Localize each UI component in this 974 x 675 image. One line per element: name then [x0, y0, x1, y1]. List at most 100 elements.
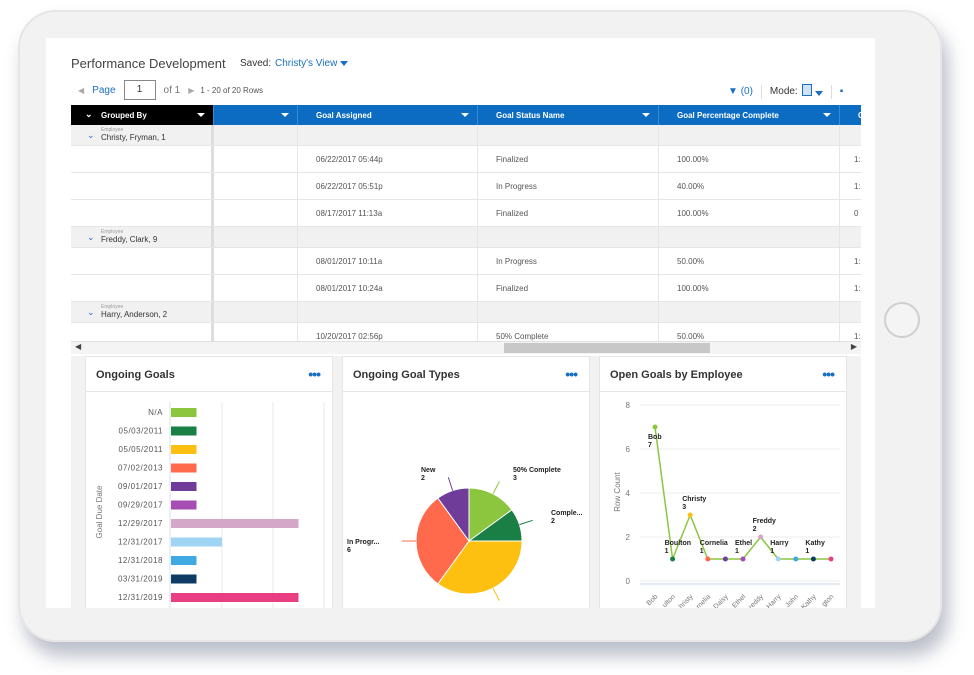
cell-next: 1: — [840, 146, 861, 172]
x-tick-label: reddy — [748, 593, 766, 608]
tick-label: 03/31/2019 — [118, 575, 163, 584]
more-options-icon[interactable]: ••• — [822, 366, 835, 382]
data-label-name: Kathy — [805, 540, 825, 547]
cell-goal-assigned: 06/22/2017 05:51p — [298, 173, 478, 199]
tick-label: N/A — [148, 408, 163, 417]
cell-goal-percentage: 100.00% — [659, 275, 840, 301]
data-label-value: 1 — [770, 548, 774, 555]
data-grid: ⌄ Grouped By Goal Assigned Goal Status Na… — [71, 105, 861, 341]
chevron-down-icon[interactable]: ⌄ — [87, 232, 95, 243]
group-row[interactable]: ⌄ Employee Christy, Fryman, 1 — [71, 125, 861, 146]
table-row[interactable]: 08/17/2017 11:13a Finalized 100.00% 0 — [71, 200, 861, 227]
dropdown-icon[interactable] — [823, 113, 831, 117]
bar — [171, 482, 197, 491]
cell-goal-percentage: 40.00% — [659, 173, 840, 199]
cell — [214, 125, 298, 145]
column-header-blank[interactable] — [214, 105, 298, 125]
more-options-icon[interactable]: ••• — [565, 366, 578, 382]
x-tick-label: John — [785, 593, 801, 608]
chevron-down-icon[interactable]: ⌄ — [87, 307, 95, 318]
pie-label: Comple... — [551, 510, 583, 517]
y-tick-label: 6 — [626, 445, 631, 454]
scroll-right-icon[interactable]: ▶ — [851, 342, 857, 351]
cell — [214, 173, 298, 199]
data-point — [810, 556, 816, 562]
data-label-value: 1 — [805, 548, 809, 555]
horizontal-scrollbar[interactable]: ◀ ▶ — [71, 341, 861, 354]
y-axis-label: Goal Due Date — [95, 485, 104, 538]
data-point — [652, 424, 658, 430]
bar — [171, 500, 197, 510]
table-row[interactable]: 06/22/2017 05:44p Finalized 100.00% 1: — [71, 146, 861, 173]
cell — [214, 275, 298, 301]
cell — [298, 302, 478, 322]
chevron-down-icon[interactable]: ⌄ — [87, 130, 95, 141]
y-tick-label: 8 — [626, 401, 631, 410]
saved-view-dropdown[interactable]: Christy's View — [275, 58, 349, 69]
card-title: Ongoing Goals — [96, 369, 175, 381]
mode-dropdown[interactable] — [798, 84, 823, 99]
cell — [840, 302, 861, 322]
data-label-value: 2 — [753, 526, 757, 533]
group-cell — [71, 146, 214, 172]
pie-label: New — [421, 467, 436, 474]
page-input[interactable]: 1 — [123, 80, 156, 100]
table-row[interactable]: 10/20/2017 02:56p 50% Complete 50.00% 1: — [71, 323, 861, 341]
data-label-name: Ethel — [735, 540, 752, 547]
data-point — [740, 556, 746, 562]
more-options-icon[interactable]: ••• — [308, 366, 321, 382]
group-row[interactable]: ⌄ Employee Freddy, Clark, 9 — [71, 227, 861, 248]
column-header-next[interactable]: G — [840, 105, 861, 125]
prev-page-icon[interactable]: ◀ — [78, 86, 84, 95]
cell-goal-status: Finalized — [478, 275, 659, 301]
dropdown-icon[interactable] — [197, 113, 205, 117]
cell-goal-assigned: 08/17/2017 11:13a — [298, 200, 478, 226]
group-name: Harry, Anderson, 2 — [101, 310, 168, 319]
group-name: Freddy, Clark, 9 — [101, 235, 158, 244]
cell-goal-percentage: 100.00% — [659, 146, 840, 172]
cell-goal-assigned: 08/01/2017 10:24a — [298, 275, 478, 301]
group-row[interactable]: ⌄ Employee Harry, Anderson, 2 — [71, 302, 861, 323]
cell-goal-percentage: 50.00% — [659, 323, 840, 341]
pie-value: 6 — [347, 547, 351, 554]
data-point — [775, 556, 781, 562]
data-label-value: 3 — [682, 504, 686, 511]
cell — [214, 227, 298, 247]
y-tick-label: 0 — [626, 577, 631, 586]
tick-label: 12/29/2017 — [118, 519, 163, 528]
column-header-goal-percentage[interactable]: Goal Percentage Complete — [659, 105, 840, 125]
group-cell — [71, 323, 214, 341]
tick-label: 12/31/2019 — [118, 593, 163, 602]
next-page-icon[interactable]: ▶ — [188, 86, 194, 95]
card-open-goals-by-employee: Open Goals by Employee ••• 0 2 4 6 8 Row Coun… — [599, 356, 847, 608]
bar — [171, 537, 222, 547]
group-cell — [71, 173, 214, 199]
pie-label: In Progr... — [347, 539, 379, 546]
cell — [840, 227, 861, 247]
dropdown-icon[interactable] — [642, 113, 650, 117]
data-label-name: Freddy — [753, 518, 776, 525]
table-row[interactable]: 08/01/2017 10:11a In Progress 50.00% 1: — [71, 248, 861, 275]
column-header-goal-assigned[interactable]: Goal Assigned — [298, 105, 478, 125]
document-icon — [801, 84, 812, 96]
home-button[interactable] — [884, 302, 920, 338]
bar — [171, 574, 197, 584]
scrollbar-thumb[interactable] — [504, 343, 710, 353]
table-row[interactable]: 08/01/2017 10:24a Finalized 100.00% 1: — [71, 275, 861, 302]
column-header-grouped-by[interactable]: ⌄ Grouped By — [71, 105, 214, 125]
cell — [214, 323, 298, 341]
filter-button[interactable]: ▼ (0) — [728, 86, 753, 97]
cell — [298, 227, 478, 247]
table-row[interactable]: 06/22/2017 05:51p In Progress 40.00% 1: — [71, 173, 861, 200]
card-ongoing-goals: Ongoing Goals ••• Goal Due Date N/A 05/03/… — [85, 356, 333, 608]
x-tick-label: Kathy — [800, 593, 818, 608]
x-tick-label: rnelia — [695, 593, 712, 608]
more-icon[interactable]: ▪ — [840, 86, 844, 97]
dropdown-icon[interactable] — [281, 113, 289, 117]
group-name: Christy, Fryman, 1 — [101, 133, 166, 142]
column-header-goal-status[interactable]: Goal Status Name — [478, 105, 659, 125]
scroll-left-icon[interactable]: ◀ — [75, 342, 81, 351]
data-label-value: 1 — [700, 548, 704, 555]
dropdown-icon[interactable] — [461, 113, 469, 117]
bar — [171, 463, 197, 473]
